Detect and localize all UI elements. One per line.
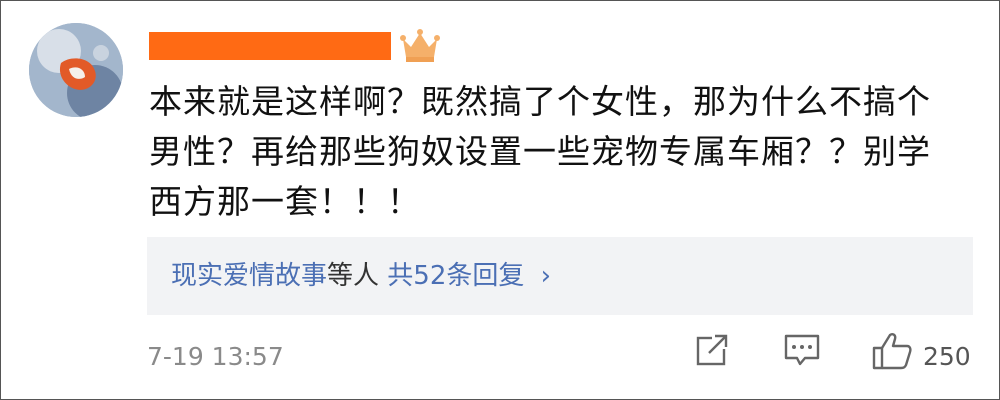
replies-link[interactable]: 现实爱情故事等人 共52条回复 › [171, 259, 551, 293]
like-count: 250 [923, 342, 971, 371]
reply-users[interactable]: 现实爱情故事 [171, 261, 327, 291]
timestamp: 7-19 13:57 [147, 342, 284, 371]
reply-users-suffix: 等人 [327, 261, 380, 291]
reply-count[interactable]: 共52条回复 [387, 261, 524, 291]
avatar-image [29, 23, 123, 117]
comment-icon[interactable] [783, 333, 821, 367]
comment-text: 本来就是这样啊？既然搞了个女性，那为什么不搞个 男性？再给那些狗奴设置一些宠物专… [149, 82, 931, 221]
thumbs-up-icon[interactable] [871, 331, 913, 371]
replies-preview[interactable]: 现实爱情故事等人 共52条回复 › [147, 237, 973, 315]
avatar[interactable] [29, 23, 123, 117]
comment-card: 本来就是这样啊？既然搞了个女性，那为什么不搞个 男性？再给那些狗奴设置一些宠物专… [0, 0, 1000, 400]
share-icon[interactable] [695, 333, 729, 367]
crown-icon [399, 25, 441, 65]
username-redacted[interactable] [149, 32, 391, 60]
chevron-right-icon: › [540, 261, 552, 291]
